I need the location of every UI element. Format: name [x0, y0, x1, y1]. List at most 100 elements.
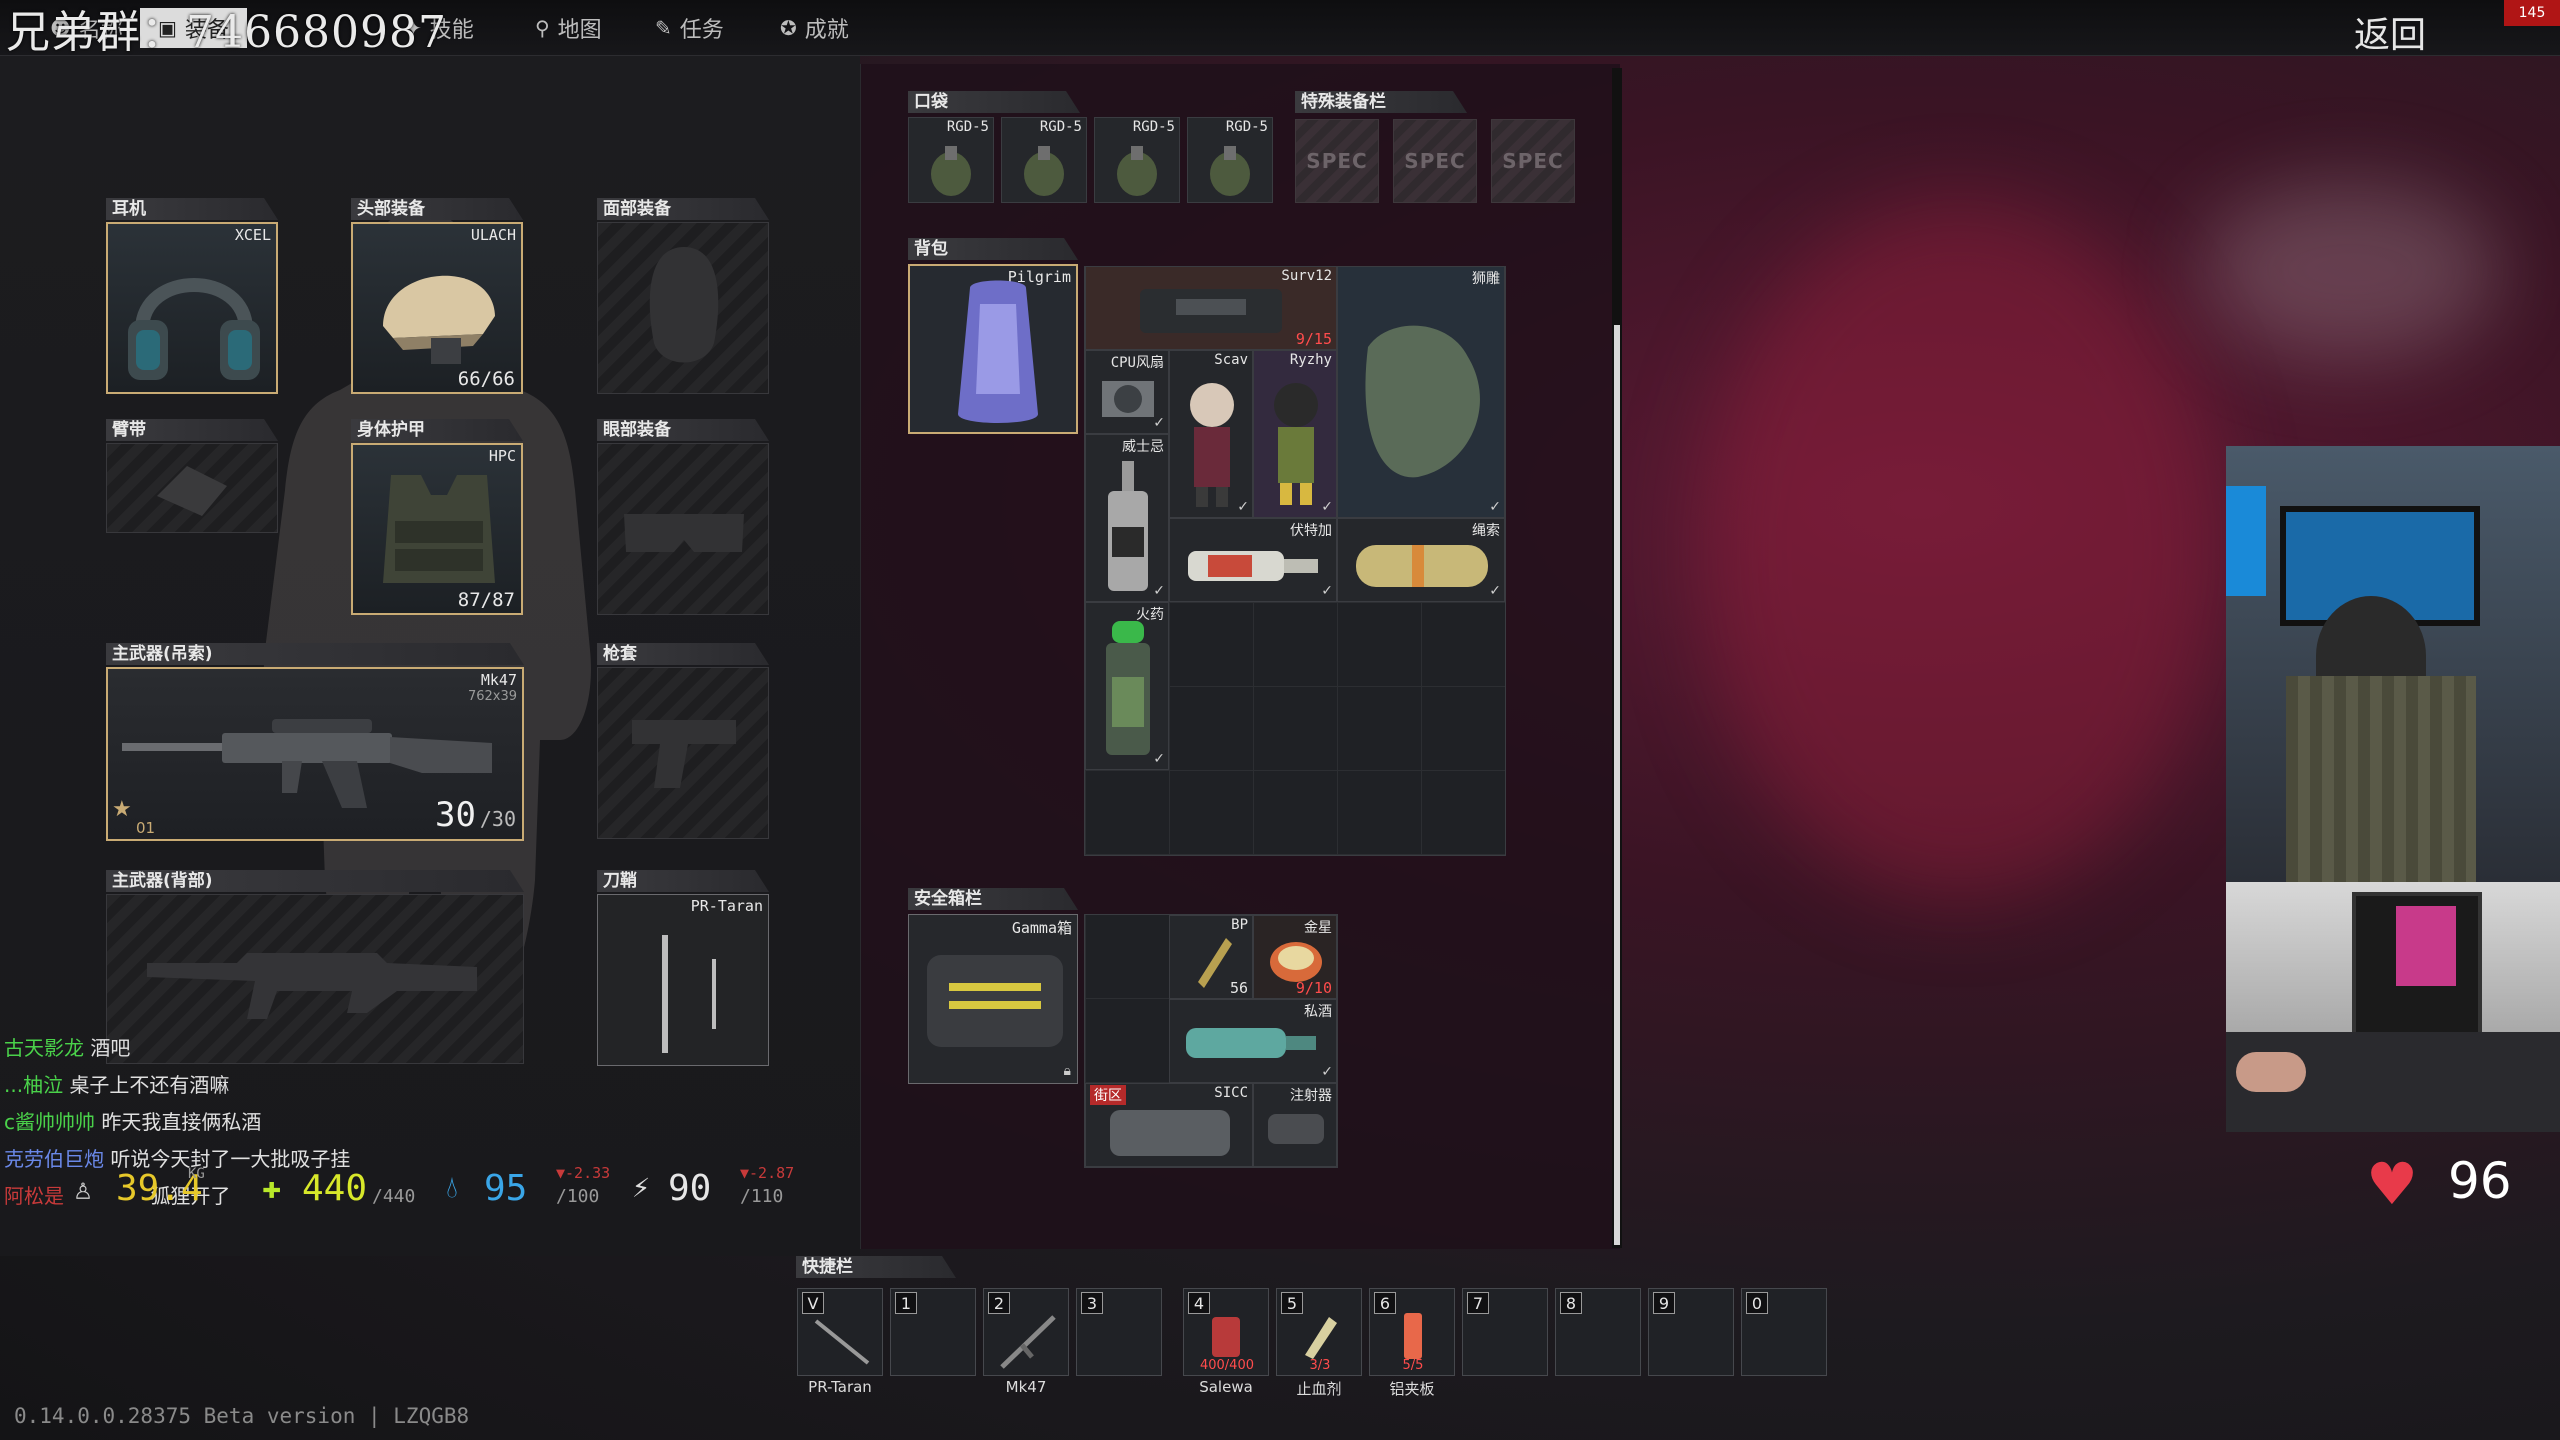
scrollbar-thumb[interactable]	[1614, 325, 1620, 1245]
quickbar-slot[interactable]: 3	[1076, 1288, 1162, 1376]
backpack-item[interactable]: 火药 ✓	[1085, 602, 1169, 770]
item-label: 绳索	[1472, 523, 1500, 539]
checkmark-icon: ✓	[1237, 499, 1249, 515]
earpiece-slot[interactable]: XCEL	[106, 222, 278, 394]
primary-weapon-slot[interactable]: Mk47 762x39 ★ 01 30 /30	[106, 667, 524, 841]
scabbard-slot[interactable]: PR-Taran	[597, 894, 769, 1066]
earpiece-header: 耳机	[106, 198, 278, 220]
hotkey-badge: 6	[1374, 1292, 1396, 1314]
item-count: 9/10	[1295, 979, 1332, 997]
pistol-placeholder-icon	[632, 720, 736, 788]
special-slot[interactable]: SPEC	[1393, 119, 1477, 203]
quickbar-slot[interactable]: 6 5/5	[1369, 1288, 1455, 1376]
backpack-item[interactable]: Scav ✓	[1169, 350, 1253, 518]
rope-icon	[1356, 545, 1488, 587]
headwear-name: ULACH	[470, 226, 516, 244]
eyewear-slot[interactable]	[597, 443, 769, 615]
holster-header: 枪套	[597, 643, 769, 665]
secure-container-slot[interactable]: Gamma箱 🔒︎	[908, 914, 1078, 1084]
energy-rate: ▼-2.87	[740, 1164, 795, 1182]
pocket-slot[interactable]: RGD-5	[1001, 117, 1087, 203]
monitor-screen-image	[2396, 906, 2456, 986]
monitor-image	[2226, 486, 2266, 596]
pocket-slot[interactable]: RGD-5	[1094, 117, 1180, 203]
holster-slot[interactable]	[597, 667, 769, 839]
backpack-item[interactable]: 伏特加 ✓	[1169, 518, 1337, 602]
item-count: 9/15	[1295, 330, 1332, 348]
quickbar-slot[interactable]: 8	[1555, 1288, 1641, 1376]
injector-case-icon	[1268, 1114, 1324, 1144]
health-icon: ✚	[262, 1168, 282, 1206]
quickbar-label: Salewa	[1199, 1378, 1253, 1396]
magazine-count: 01	[136, 819, 156, 837]
scav-figurine-icon	[1190, 383, 1234, 507]
secure-item[interactable]: 金星 9/10	[1253, 915, 1337, 999]
primary-back-slot[interactable]	[106, 894, 524, 1064]
quickbar-slot[interactable]: 0	[1741, 1288, 1827, 1376]
quickbar-slot[interactable]: 2	[983, 1288, 1069, 1376]
whiskey-bottle-icon	[1108, 461, 1148, 591]
quickbar-slot[interactable]: V	[797, 1288, 883, 1376]
hydration-value: 95	[484, 1168, 528, 1209]
chat-user: 克劳伯巨炮	[4, 1147, 104, 1171]
secure-item[interactable]: 注射器	[1253, 1083, 1337, 1167]
quickbar-slot[interactable]: 7	[1462, 1288, 1548, 1376]
backpack-item[interactable]: 绳索 ✓	[1337, 518, 1505, 602]
baton-icon	[814, 1319, 870, 1365]
quickbar-slot[interactable]: 9	[1648, 1288, 1734, 1376]
item-label: 威士忌	[1122, 439, 1164, 455]
cpu-fan-icon	[1102, 381, 1154, 417]
hotkey-badge: 8	[1560, 1292, 1582, 1314]
item-label: 金星	[1304, 920, 1332, 936]
armband-header: 臂带	[106, 419, 278, 441]
secure-item[interactable]: 街区 SICC	[1085, 1083, 1253, 1167]
quickbar-slot[interactable]: 5 3/3	[1276, 1288, 1362, 1376]
backpack-item[interactable]: Ryzhy ✓	[1253, 350, 1337, 518]
hotkey-badge: 3	[1081, 1292, 1103, 1314]
hotkey-badge: 1	[895, 1292, 917, 1314]
item-label: 伏特加	[1290, 523, 1332, 539]
pocket-slot[interactable]: RGD-5	[1187, 117, 1273, 203]
item-label: BP	[1231, 917, 1248, 933]
quickbar-slot[interactable]: 4 400/400	[1183, 1288, 1269, 1376]
quickbar-label: 止血剂	[1296, 1380, 1342, 1398]
backpack-item[interactable]: Surv12 9/15	[1085, 266, 1337, 350]
special-slot[interactable]: SPEC	[1295, 119, 1379, 203]
body-armor-slot[interactable]: HPC 87/87	[351, 443, 523, 615]
face-cover-slot[interactable]	[597, 222, 769, 394]
quickbar-label: 铝夹板	[1389, 1380, 1435, 1398]
backpack-item[interactable]: 狮雕 ✓	[1337, 266, 1505, 518]
grenade-label: RGD-5	[1039, 119, 1082, 135]
weight-unit: KG	[188, 1166, 205, 1182]
armband-slot[interactable]	[106, 443, 278, 533]
chat-user: 古天影龙	[4, 1036, 84, 1060]
item-tag: 街区	[1090, 1085, 1126, 1105]
monitor-image	[2352, 892, 2482, 1042]
special-slot[interactable]: SPEC	[1491, 119, 1575, 203]
item-label: SICC	[1214, 1085, 1248, 1101]
secure-item[interactable]: BP 56	[1169, 915, 1253, 999]
headwear-slot[interactable]: ULACH 66/66	[351, 222, 523, 394]
moonshine-bottle-icon	[1186, 1028, 1316, 1058]
hand-image	[2236, 1052, 2306, 1092]
goggles-placeholder-icon	[624, 514, 744, 552]
game-screen: ☻ 名称 ▣ 装备 ✦ 技能 ⚲ 地图 ✎ 任务 ✪ 成就 兄弟群：746680987 返回…	[0, 0, 2560, 1440]
ammo-max: /30	[479, 807, 516, 831]
grenade-icon	[1024, 146, 1064, 196]
backpack-item[interactable]: 威士忌 ✓	[1085, 434, 1169, 602]
tab-achievements[interactable]: ✪ 成就	[780, 8, 849, 48]
health-max: /440	[372, 1186, 416, 1207]
backpack-slot[interactable]: Pilgrim	[908, 264, 1078, 434]
item-label: 注射器	[1290, 1088, 1332, 1104]
heart-rate-value: 96	[2448, 1152, 2512, 1210]
gunpowder-jar-icon	[1106, 621, 1150, 755]
backpack-item[interactable]: CPU风扇 ✓	[1085, 350, 1169, 434]
item-label: Surv12	[1281, 268, 1332, 284]
back-button[interactable]: 返回	[2354, 6, 2426, 58]
hotkey-badge: V	[802, 1292, 824, 1314]
quickbar-slot[interactable]: 1	[890, 1288, 976, 1376]
secure-item[interactable]: 私酒 ✓	[1169, 999, 1337, 1083]
tab-tasks[interactable]: ✎ 任务	[655, 8, 724, 48]
tab-map[interactable]: ⚲ 地图	[535, 8, 602, 48]
pocket-slot[interactable]: RGD-5	[908, 117, 994, 203]
